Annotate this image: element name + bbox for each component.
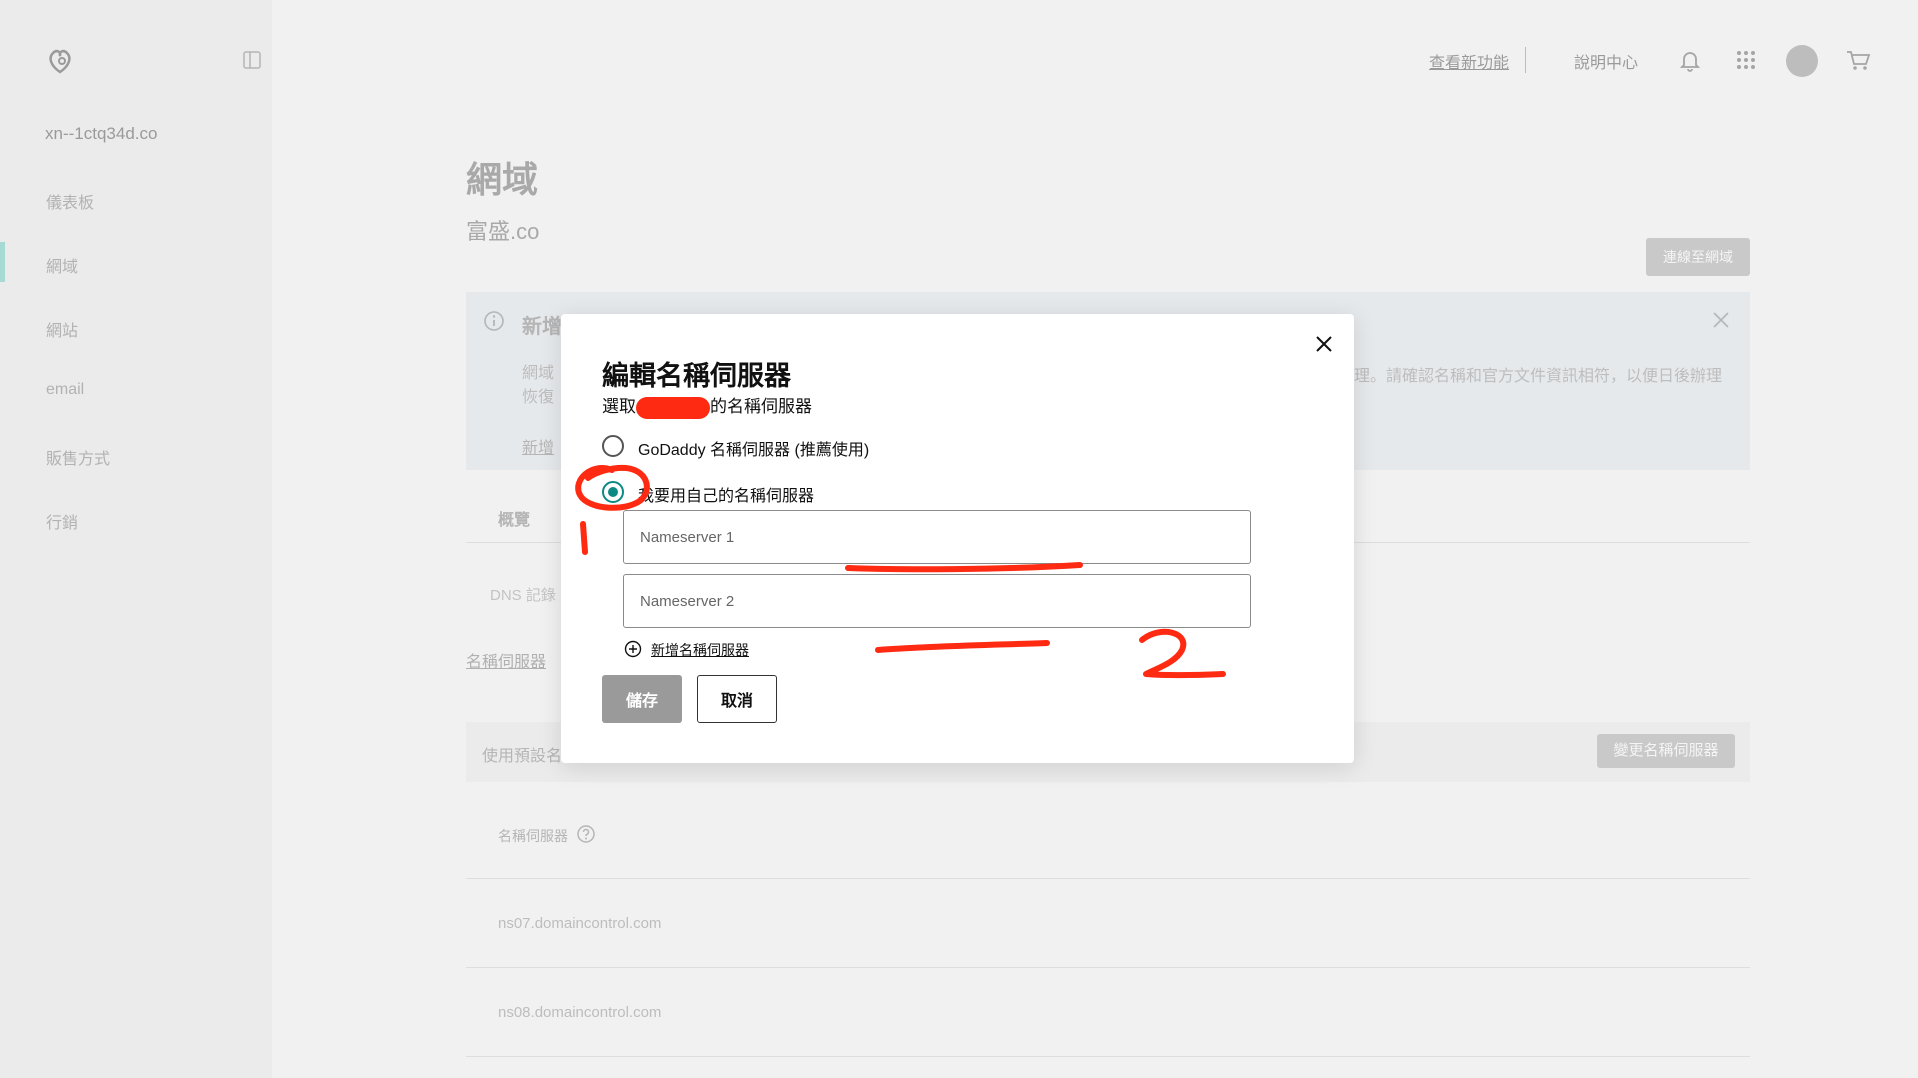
nameserver-1-input[interactable] xyxy=(623,510,1251,564)
tab-dns-records[interactable]: DNS 記錄 xyxy=(490,584,556,605)
godaddy-logo-icon[interactable] xyxy=(45,46,75,76)
table-divider xyxy=(466,1056,1750,1057)
sidebar-item-marketing[interactable]: 行銷 xyxy=(46,509,78,533)
avatar[interactable] xyxy=(1786,45,1818,77)
add-circle-icon[interactable] xyxy=(624,640,642,658)
header-divider xyxy=(1525,47,1526,73)
radio-godaddy-nameservers[interactable] xyxy=(602,435,624,457)
sidebar-item-dashboard[interactable]: 儀表板 xyxy=(46,189,94,213)
dialog-title: 編輯名稱伺服器 xyxy=(602,361,791,391)
radio-custom-label: 我要用自己的名稱伺服器 xyxy=(638,488,815,505)
save-button[interactable]: 儲存 xyxy=(602,675,682,723)
add-nameserver-link[interactable]: 新增名稱伺服器 xyxy=(651,640,749,660)
help-icon[interactable] xyxy=(576,824,596,844)
cancel-button[interactable]: 取消 xyxy=(697,675,777,723)
apps-grid-icon[interactable] xyxy=(1732,46,1760,74)
banner-text-line1: 網域 xyxy=(522,365,555,382)
dialog-subtitle-prefix: 選取 xyxy=(602,397,636,416)
banner-close-icon[interactable] xyxy=(1711,310,1731,330)
sidebar-active-indicator xyxy=(0,242,5,282)
redacted-domain xyxy=(636,396,710,419)
sidebar-item-selling[interactable]: 販售方式 xyxy=(46,445,110,469)
nameserver-value-2: ns08.domaincontrol.com xyxy=(498,1004,662,1021)
sidebar-item-websites[interactable]: 網站 xyxy=(46,317,78,341)
close-icon[interactable] xyxy=(1312,332,1336,356)
sidebar xyxy=(0,0,272,1078)
banner-text-line2: 恢復 xyxy=(522,389,555,406)
nameserver-value-1: ns07.domaincontrol.com xyxy=(498,915,662,932)
dialog-subtitle: 選取 的名稱伺服器 xyxy=(602,392,812,419)
help-center-link[interactable]: 說明中心 xyxy=(1574,49,1638,73)
cart-icon[interactable] xyxy=(1844,46,1872,74)
table-divider xyxy=(466,878,1750,879)
tab-overview[interactable]: 概覽 xyxy=(498,506,530,530)
radio-custom-nameservers[interactable] xyxy=(602,481,624,503)
sidebar-domain-name: xn--1ctq34d.co xyxy=(45,124,158,143)
connect-domain-button[interactable]: 連線至網域 xyxy=(1646,238,1750,276)
table-divider xyxy=(466,967,1750,968)
default-nameserver-text: 使用預設名 xyxy=(482,748,563,765)
banner-title: 新增 xyxy=(522,316,562,338)
whats-new-link[interactable]: 查看新功能 xyxy=(1429,49,1509,73)
bell-icon[interactable] xyxy=(1676,46,1704,74)
radio-godaddy-label: GoDaddy 名稱伺服器 (推薦使用) xyxy=(638,442,870,459)
page-title: 網域 xyxy=(466,159,539,200)
nameserver-2-input[interactable] xyxy=(623,574,1251,628)
page-domain-name: 富盛.co xyxy=(466,219,540,244)
sidebar-collapse-icon[interactable] xyxy=(242,50,262,70)
banner-text: 網域 恢復 xyxy=(522,362,554,410)
nameserver-link[interactable]: 名稱伺服器 xyxy=(466,648,546,672)
change-nameservers-button[interactable]: 變更名稱伺服器 xyxy=(1597,734,1735,768)
sidebar-item-email[interactable]: email xyxy=(46,381,84,399)
nameserver-column-header: 名稱伺服器 xyxy=(498,828,568,844)
sidebar-item-domains[interactable]: 網域 xyxy=(46,253,78,277)
dialog-subtitle-suffix: 的名稱伺服器 xyxy=(710,397,812,416)
banner-text-right: 理。請確認名稱和官方文件資訊相符，以便日後辦理 xyxy=(1354,368,1723,385)
banner-link[interactable]: 新增 xyxy=(522,434,554,458)
info-icon xyxy=(483,310,505,332)
